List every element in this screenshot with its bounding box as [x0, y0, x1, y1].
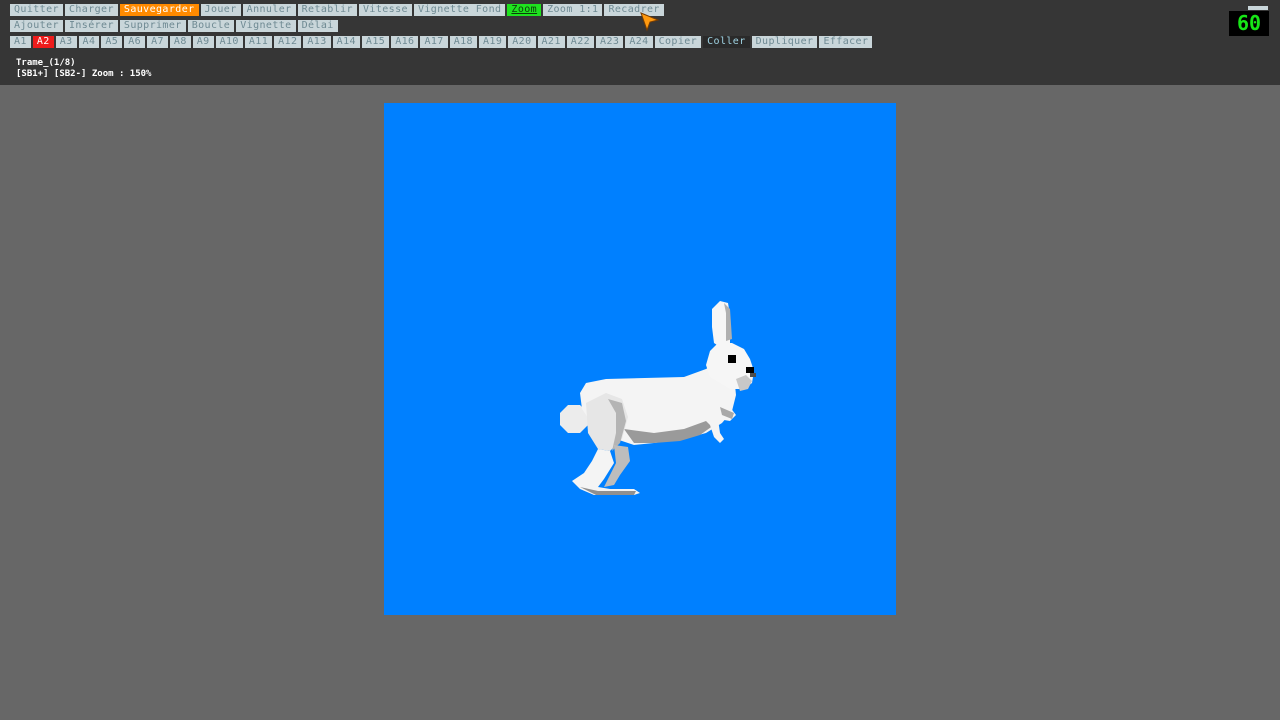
frames-row: A1 A2 A3 A4 A5 A6 A7 A8 A9 A10 A11 A12 A13 A14 A15 A16 A…: [10, 36, 873, 48]
frame-tab-a19[interactable]: A19: [478, 36, 507, 48]
frame-tab-a24[interactable]: A24: [625, 36, 653, 48]
vitesse-button[interactable]: Vitesse: [358, 4, 412, 16]
copier-button[interactable]: Copier: [654, 36, 702, 48]
frame-tab-a4[interactable]: A4: [78, 36, 100, 48]
frame-tab-a23[interactable]: A23: [596, 36, 624, 48]
frame-tab-a5[interactable]: A5: [101, 36, 123, 48]
charger-button[interactable]: Charger: [64, 4, 118, 16]
mouse-cursor-icon: [640, 12, 660, 32]
frame-tab-a21[interactable]: A21: [537, 36, 565, 48]
frame-status: Trame_(1/8): [16, 58, 76, 68]
white-rabbit-icon: [560, 301, 756, 495]
fps-counter: 60: [1229, 11, 1269, 36]
boucle-button[interactable]: Boucle: [187, 20, 235, 32]
zoom-status: [SB1+] [SB2-] Zoom : 150%: [16, 69, 152, 79]
retablir-button[interactable]: Retablir: [297, 4, 357, 16]
frame-tab-a2[interactable]: A2: [32, 36, 54, 48]
delai-button[interactable]: Délai: [297, 20, 338, 32]
supprimer-button[interactable]: Supprimer: [119, 20, 186, 32]
inserer-button[interactable]: Insérer: [64, 20, 118, 32]
frame-tab-a13[interactable]: A13: [303, 36, 331, 48]
frame-tab-a15[interactable]: A15: [361, 36, 390, 48]
frame-tab-a11[interactable]: A11: [244, 36, 273, 48]
coller-button[interactable]: Coller: [703, 36, 750, 48]
quitter-button[interactable]: Quitter: [10, 4, 63, 16]
frame-tab-a9[interactable]: A9: [192, 36, 214, 48]
effacer-button[interactable]: Effacer: [819, 36, 873, 48]
frame-tab-a7[interactable]: A7: [147, 36, 168, 48]
frame-tab-a8[interactable]: A8: [169, 36, 191, 48]
fps-handle: [1248, 6, 1268, 10]
frame-tab-a16[interactable]: A16: [391, 36, 419, 48]
annuler-button[interactable]: Annuler: [242, 4, 296, 16]
frame-tab-a6[interactable]: A6: [124, 36, 146, 48]
frame-tab-a12[interactable]: A12: [274, 36, 302, 48]
zoom-1-1-button[interactable]: Zoom 1:1: [543, 4, 603, 16]
frame-actions-row: Ajouter Insérer Supprimer Boucle Vignette Dél…: [10, 20, 338, 32]
frame-tab-a3[interactable]: A3: [55, 36, 77, 48]
vignette-button[interactable]: Vignette: [236, 20, 296, 32]
frame-tab-a18[interactable]: A18: [449, 36, 477, 48]
frame-tab-a10[interactable]: A10: [215, 36, 243, 48]
status-panel: Trame_(1/8) [SB1+] [SB2-] Zoom : 150%: [16, 58, 151, 80]
sprite-canvas[interactable]: [384, 103, 896, 615]
frame-tab-a22[interactable]: A22: [566, 36, 595, 48]
jouer-button[interactable]: Jouer: [200, 4, 241, 16]
ajouter-button[interactable]: Ajouter: [10, 20, 63, 32]
sauvegarder-button[interactable]: Sauvegarder: [119, 4, 199, 16]
vignette-fond-button[interactable]: Vignette Fond: [413, 4, 506, 16]
zoom-button[interactable]: Zoom: [507, 4, 542, 16]
menu-row: Quitter Charger Sauvegarder Jouer Annuler Ret…: [10, 4, 664, 16]
frame-tab-a14[interactable]: A14: [332, 36, 360, 48]
dupliquer-button[interactable]: Dupliquer: [751, 36, 818, 48]
frame-tab-a17[interactable]: A17: [420, 36, 448, 48]
frame-tab-a1[interactable]: A1: [10, 36, 31, 48]
frame-tab-a20[interactable]: A20: [508, 36, 536, 48]
